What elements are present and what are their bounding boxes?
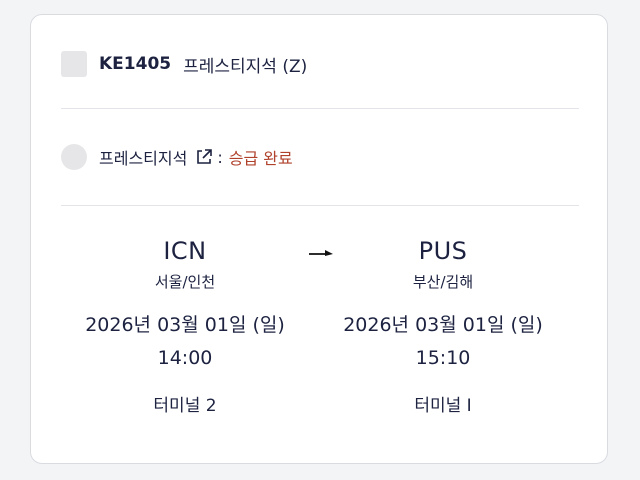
departure-code: ICN bbox=[163, 237, 207, 265]
arrival-code: PUS bbox=[418, 237, 468, 265]
upgrade-separator: : bbox=[217, 147, 223, 167]
upgrade-status: 승급 완료 bbox=[228, 149, 293, 168]
upgrade-cabin-label: 프레스티지석 bbox=[99, 149, 188, 168]
departure-info: ICN 서울/인천 2026년 03월 01일 (일) 14:00 터미널 2 bbox=[65, 237, 305, 416]
departure-terminal: 터미널 2 bbox=[153, 396, 217, 416]
departure-time: 14:00 bbox=[157, 347, 213, 369]
flight-cabin: 프레스티지석 (Z) bbox=[183, 56, 308, 77]
arrival-terminal: 터미널 I bbox=[414, 396, 472, 416]
arrival-date: 2026년 03월 01일 (일) bbox=[343, 314, 543, 336]
divider bbox=[61, 108, 579, 109]
arrival-city: 부산/김해 bbox=[412, 273, 474, 291]
arrival-info: PUS 부산/김해 2026년 03월 01일 (일) 15:10 터미널 I bbox=[323, 237, 563, 416]
flight-select-checkbox[interactable] bbox=[61, 51, 87, 77]
departure-city: 서울/인천 bbox=[154, 273, 216, 291]
upgrade-radio[interactable] bbox=[61, 144, 87, 170]
divider bbox=[61, 205, 579, 206]
flight-header: KE1405 프레스티지석 (Z) bbox=[99, 51, 307, 77]
flight-card: KE1405 프레스티지석 (Z) 프레스티지석 : 승급 완료 ICN 서울/… bbox=[30, 14, 608, 464]
external-link-icon[interactable] bbox=[195, 148, 213, 166]
departure-date: 2026년 03월 01일 (일) bbox=[85, 314, 285, 336]
upgrade-row: 프레스티지석 : 승급 완료 bbox=[99, 144, 293, 170]
flight-number: KE1405 bbox=[99, 54, 172, 74]
arrival-time: 15:10 bbox=[415, 347, 471, 369]
